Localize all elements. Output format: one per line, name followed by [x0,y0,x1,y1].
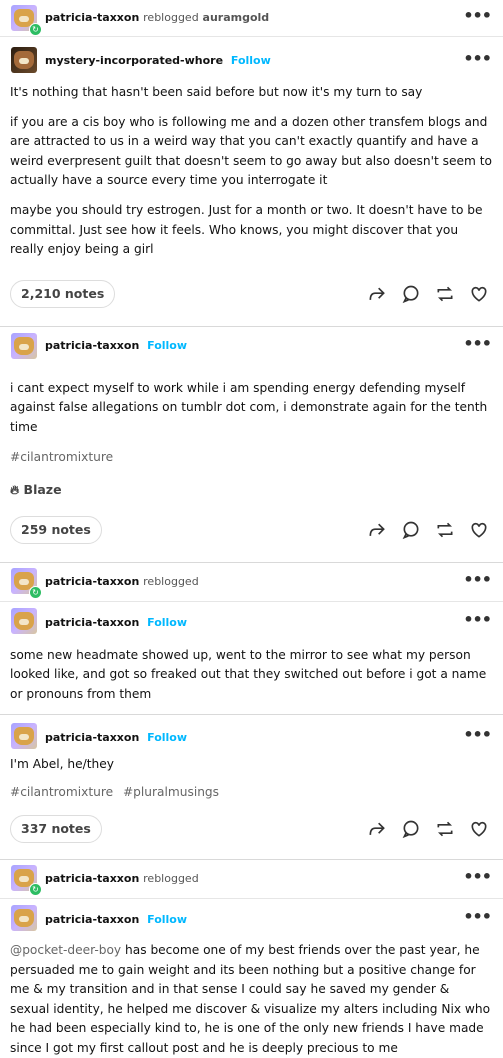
post-header: patricia-taxxon Follow ••• [0,327,503,373]
avatar[interactable] [11,332,37,359]
share-icon[interactable] [367,520,387,540]
post-text: some new headmate showed up, went to the… [10,647,487,701]
post-header: mystery-incorporated-whore Follow ••• [0,37,503,83]
post-author: mystery-incorporated-whore Follow [45,54,271,67]
like-icon[interactable] [469,284,489,304]
post-paragraph: It's nothing that hasn't been said befor… [10,85,423,99]
reblog-badge-icon: ↻ [29,585,42,599]
notes-button[interactable]: 2,210 notes [10,279,116,308]
reblog-info: patricia-taxxon reblogged [45,872,199,885]
more-icon[interactable]: ••• [463,725,492,744]
post-text: i cant expect myself to work while i am … [10,380,488,434]
blaze-label: Blaze [23,481,62,497]
post-author: patricia-taxxon Follow [45,616,187,629]
tag[interactable]: #cilantromixture [10,450,113,464]
follow-button[interactable]: Follow [147,731,187,744]
reblog-label: reblogged [143,574,199,588]
post: patricia-taxxon Follow ••• I'm Abel, he/… [0,715,503,860]
avatar[interactable] [11,607,37,634]
reblog-trail-entry: patricia-taxxon Follow ••• some new head… [0,602,503,716]
post-paragraph: maybe you should try estrogen. Just for … [10,202,483,257]
username[interactable]: patricia-taxxon [45,616,139,629]
username[interactable]: patricia-taxxon [45,575,139,588]
follow-button[interactable]: Follow [147,616,187,629]
reblog-icon[interactable] [435,819,455,839]
follow-button[interactable]: Follow [147,339,187,352]
tag-list: #cilantromixture #pluralmusings [10,785,503,799]
username[interactable]: patricia-taxxon [45,872,139,885]
post-footer: 337 notes [0,814,503,859]
follow-button[interactable]: Follow [231,54,271,67]
share-icon[interactable] [367,284,387,304]
avatar[interactable] [11,47,37,73]
post-actions [358,284,489,308]
source-username[interactable]: auramgold [203,11,270,24]
reblog-label: reblogged [143,871,199,885]
more-icon[interactable]: ••• [463,867,492,886]
post-actions [358,819,489,843]
avatar[interactable] [11,904,37,931]
like-icon[interactable] [469,520,489,540]
post-header: patricia-taxxon Follow ••• [0,899,503,939]
notes-button[interactable]: 259 notes [10,515,102,544]
username[interactable]: patricia-taxxon [45,11,139,24]
reblog-header: ↻ patricia-taxxon reblogged ••• [0,860,503,899]
more-icon[interactable]: ••• [463,610,492,629]
reply-icon[interactable] [401,819,421,839]
more-icon[interactable]: ••• [463,570,492,589]
post-body: has become one of my best friends over t… [10,942,491,1055]
flame-icon: 🔥︎ [10,481,20,497]
tag[interactable]: #pluralmusings [123,785,219,799]
post-text: I'm Abel, he/they [10,757,114,772]
follow-button[interactable]: Follow [147,913,187,926]
post-author: patricia-taxxon Follow [45,913,187,926]
username[interactable]: mystery-incorporated-whore [45,54,223,67]
tag-list: #cilantromixture [10,450,503,464]
more-icon[interactable]: ••• [463,334,492,353]
blaze-button[interactable]: 🔥︎ Blaze [10,482,503,498]
reblog-info: patricia-taxxon reblogged [45,575,199,588]
reblog-icon[interactable] [435,284,455,304]
reblog-icon[interactable] [435,520,455,540]
reblog-badge-icon: ↻ [29,882,42,896]
reply-icon[interactable] [401,520,421,540]
reblog-header: ↻ patricia-taxxon reblogged auramgold ••… [0,0,503,37]
post: patricia-taxxon Follow ••• i cant expect… [0,327,503,563]
post-author: patricia-taxxon Follow [45,731,187,744]
more-icon[interactable]: ••• [463,49,492,68]
share-icon[interactable] [367,819,387,839]
reblog-header: ↻ patricia-taxxon reblogged ••• [0,563,503,602]
post-header: patricia-taxxon Follow ••• [0,715,503,755]
more-icon[interactable]: ••• [463,6,492,25]
post-paragraph: if you are a cis boy who is following me… [10,114,492,188]
reblog-label: reblogged [143,11,199,24]
mention-link[interactable]: @pocket-deer-boy [10,943,121,957]
post: patricia-taxxon Follow ••• @pocket-deer-… [0,899,503,1058]
username[interactable]: patricia-taxxon [45,731,139,744]
post-header: patricia-taxxon Follow ••• [0,602,503,642]
post-author: patricia-taxxon Follow [45,339,187,352]
post: mystery-incorporated-whore Follow ••• It… [0,37,503,327]
post-text: @pocket-deer-boy has become one of my be… [10,941,492,1058]
post-actions [358,520,489,544]
username[interactable]: patricia-taxxon [45,913,139,926]
tag[interactable]: #cilantromixture [10,785,113,799]
avatar[interactable] [11,723,37,750]
username[interactable]: patricia-taxxon [45,339,139,352]
post-footer: 259 notes [0,515,503,562]
notes-button[interactable]: 337 notes [10,814,102,843]
reply-icon[interactable] [401,284,421,304]
post-footer: 2,210 notes [0,279,503,326]
reblog-badge-icon: ↻ [29,23,42,36]
like-icon[interactable] [469,819,489,839]
more-icon[interactable]: ••• [463,907,492,926]
